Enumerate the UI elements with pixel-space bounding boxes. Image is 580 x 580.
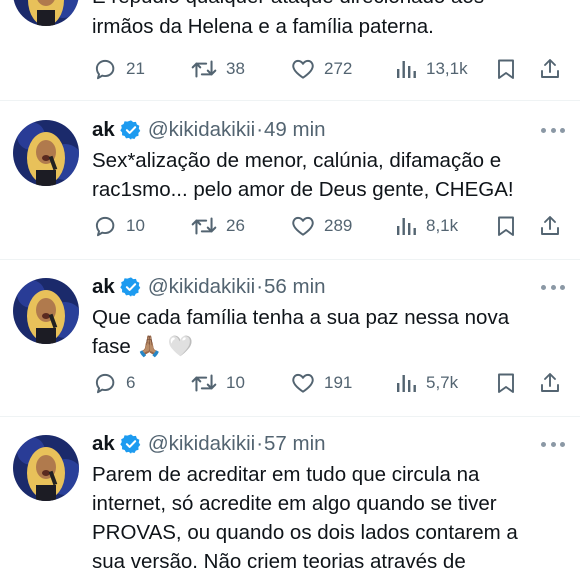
retweet-icon	[191, 217, 217, 235]
reply-count: 21	[126, 59, 145, 78]
tweet[interactable]: ak @kikidakikii · 56 min Que cada famíli…	[0, 260, 580, 416]
tweet-fragment-top: E repúdio qualquer ataque direcionado ao…	[0, 0, 580, 100]
like-count: 191	[324, 373, 353, 392]
tweet-text: E repúdio qualquer ataque direcionado ao…	[92, 0, 484, 38]
reply-count: 6	[126, 373, 136, 392]
tweet-actions: 21 38 272 13,1k	[90, 54, 570, 84]
views-count: 5,7k	[426, 373, 459, 392]
bookmark-icon	[498, 216, 514, 236]
reply-icon	[95, 59, 115, 80]
tweet-header: ak @kikidakikii · 57 min	[92, 429, 326, 459]
tweet[interactable]: ak @kikidakikii · 57 min Parem de acredi…	[0, 417, 580, 580]
views-icon	[397, 61, 416, 78]
share-button[interactable]	[538, 211, 562, 241]
views-button[interactable]: 13,1k	[394, 54, 468, 84]
tweet-header: ak @kikidakikii · 56 min	[92, 272, 326, 302]
handle[interactable]: @kikidakikii	[148, 275, 255, 299]
views-count: 13,1k	[426, 59, 468, 78]
separator-dot: ·	[256, 118, 264, 141]
tweet-actions: 6 10 191 5,7k	[90, 368, 570, 398]
verified-badge-icon	[120, 120, 141, 140]
views-count: 8,1k	[426, 216, 459, 235]
share-icon	[541, 216, 559, 235]
separator-dot: ·	[256, 275, 264, 298]
verified-badge-icon	[120, 277, 141, 297]
retweet-icon	[191, 374, 217, 392]
share-button[interactable]	[538, 368, 562, 398]
verified-badge-icon	[120, 434, 141, 454]
reply-button[interactable]: 6	[92, 368, 135, 398]
retweet-button[interactable]: 38	[190, 54, 245, 84]
retweet-icon	[191, 60, 217, 78]
display-name[interactable]: ak	[92, 118, 115, 142]
display-name[interactable]: ak	[92, 275, 115, 299]
timestamp[interactable]: 49 min	[264, 118, 326, 142]
tweet[interactable]: ak @kikidakikii · 49 min Sex*alização de…	[0, 101, 580, 259]
heart-icon	[292, 373, 314, 393]
bookmark-icon	[498, 373, 514, 393]
tweet-text: Parem de acreditar em tudo que circula n…	[92, 463, 518, 573]
share-icon	[541, 373, 559, 392]
avatar[interactable]	[13, 278, 79, 344]
share-icon	[541, 59, 559, 78]
reply-icon	[95, 373, 115, 394]
avatar[interactable]	[13, 120, 79, 186]
views-button[interactable]: 8,1k	[394, 211, 458, 241]
like-button[interactable]: 272	[290, 54, 352, 84]
handle[interactable]: @kikidakikii	[148, 118, 255, 142]
separator-dot: ·	[256, 432, 264, 455]
retweet-count: 26	[226, 216, 245, 235]
handle[interactable]: @kikidakikii	[148, 432, 255, 456]
bookmark-button[interactable]	[494, 368, 518, 398]
more-icon[interactable]	[541, 125, 565, 135]
like-button[interactable]: 191	[290, 368, 352, 398]
heart-icon	[292, 59, 314, 79]
retweet-button[interactable]: 26	[190, 211, 245, 241]
more-icon[interactable]	[541, 439, 565, 449]
bookmark-icon	[498, 59, 514, 79]
like-count: 272	[324, 59, 353, 78]
like-count: 289	[324, 216, 353, 235]
more-icon[interactable]	[541, 282, 565, 292]
reply-button[interactable]: 10	[92, 211, 145, 241]
heart-icon	[292, 216, 314, 236]
bookmark-button[interactable]	[494, 211, 518, 241]
avatar[interactable]	[13, 0, 79, 26]
timestamp[interactable]: 56 min	[264, 275, 326, 299]
tweet-text: Sex*alização de menor, calúnia, difamaçã…	[92, 149, 514, 201]
retweet-count: 10	[226, 373, 245, 392]
reply-icon	[95, 216, 115, 237]
display-name[interactable]: ak	[92, 432, 115, 456]
tweet-header: ak @kikidakikii · 49 min	[92, 115, 326, 145]
views-icon	[397, 375, 416, 392]
reply-button[interactable]: 21	[92, 54, 145, 84]
like-button[interactable]: 289	[290, 211, 352, 241]
timestamp[interactable]: 57 min	[264, 432, 326, 456]
share-button[interactable]	[538, 54, 562, 84]
views-icon	[397, 218, 416, 235]
retweet-button[interactable]: 10	[190, 368, 245, 398]
reply-count: 10	[126, 216, 145, 235]
tweet-text: Que cada família tenha a sua paz nessa n…	[92, 306, 510, 358]
tweet-actions: 10 26 289 8,1k	[90, 211, 570, 241]
views-button[interactable]: 5,7k	[394, 368, 458, 398]
retweet-count: 38	[226, 59, 245, 78]
bookmark-button[interactable]	[494, 54, 518, 84]
avatar[interactable]	[13, 435, 79, 501]
